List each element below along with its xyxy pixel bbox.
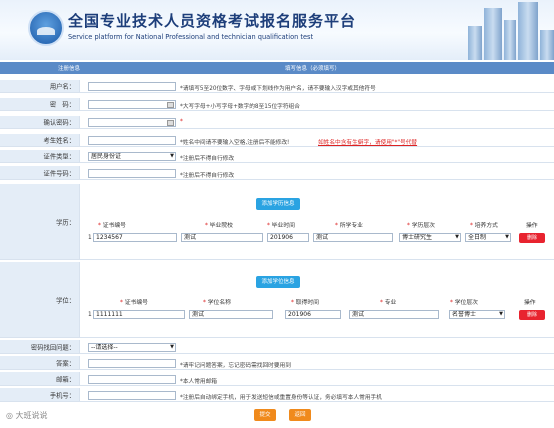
edu-mode-select[interactable]: 全日制 ▼ (465, 233, 511, 242)
question-label: 密码找回问题： (30, 344, 75, 351)
tab-fill-info: 填写信息（必须填写） (285, 66, 341, 72)
page-title: 全国专业技术人员资格考试报名服务平台 (68, 12, 357, 30)
degree-cert-input[interactable]: 1111111 (93, 310, 185, 319)
row-answer: 答案： *请牢记问题答案，忘记密码需找回时要用到 (0, 356, 554, 370)
skyline-image (468, 26, 482, 60)
col-major: * 专业 (380, 300, 397, 306)
row-phone: 手机号： *注册后自动绑定手机，用于发送短信或重置身份等认证，务必填写本人常用手… (0, 388, 554, 402)
confirm-label: 确认密码： (43, 119, 75, 127)
answer-label: 答案： (56, 360, 75, 367)
id-number-label: 证件号码： (43, 170, 75, 177)
section-bar: 注册信息 填写信息（必须填写） (0, 62, 554, 74)
email-label: 邮箱： (56, 376, 75, 383)
id-type-label: 证件类型： (43, 153, 75, 161)
chevron-down-icon: ▼ (170, 153, 174, 159)
row-name: 考生姓名： *姓名中间请不要输入空格,注册后不能修改! 如姓名中含有生僻字，请使… (0, 134, 554, 147)
add-education-button[interactable]: 添加学历信息 (256, 198, 300, 210)
col-grad-time: * 毕业时间 (267, 223, 295, 229)
degree-level-select[interactable]: 名誉博士 ▼ (449, 310, 505, 319)
id-type-select[interactable]: 居民身份证 ▼ (88, 152, 176, 161)
edu-time-input[interactable]: 201906 (267, 233, 309, 242)
watermark: ◎ 大班说说 (6, 411, 48, 420)
edu-delete-button[interactable]: 删除 (519, 233, 545, 243)
degree-name-input[interactable]: 测试 (189, 310, 273, 319)
answer-input[interactable] (88, 359, 176, 368)
col-cert-number: * 证书编号 (98, 223, 126, 229)
answer-hint: *请牢记问题答案，忘记密码需找回时要用到 (180, 363, 291, 369)
submit-button[interactable]: 提交 (254, 409, 276, 421)
degree-time-input[interactable]: 201906 (285, 310, 341, 319)
tab-register-info: 注册信息 (58, 66, 81, 72)
col-degree-level: * 学位层次 (450, 300, 478, 306)
chevron-down-icon: ▼ (455, 234, 459, 240)
row-confirm-password: 确认密码： * (0, 116, 554, 129)
edu-school-input[interactable]: 测试 (181, 233, 263, 242)
chevron-down-icon: ▼ (499, 311, 503, 317)
keyboard-icon[interactable] (167, 120, 174, 126)
col-major: * 所学专业 (335, 223, 363, 229)
username-input[interactable] (88, 82, 176, 91)
row-email: 邮箱： *本人常用邮箱 (0, 372, 554, 386)
skyline-image (540, 30, 554, 60)
col-operation: 操作 (524, 300, 536, 306)
phone-input[interactable] (88, 391, 176, 400)
row-security-question: 密码找回问题： --请选择-- ▼ (0, 340, 554, 354)
row-username: 用户名： *请填写5至20位数字、字母或下划线作为用户名，请不要输入汉字或其他符… (0, 80, 554, 93)
username-label: 用户名： (49, 83, 75, 91)
phone-label: 手机号： (49, 392, 75, 399)
edu-major-input[interactable]: 测试 (313, 233, 393, 242)
password-hint: *大写字母+小写字母+数字的8至15位字符组合 (180, 104, 300, 110)
id-type-hint: *注册后不得自行修改 (180, 156, 235, 162)
id-number-hint: *注册后不得自行修改 (180, 173, 235, 179)
email-hint: *本人常用邮箱 (180, 379, 217, 385)
education-label: 学历： (56, 219, 75, 226)
row-id-number: 证件号码： *注册后不得自行修改 (0, 166, 554, 180)
phone-hint: *注册后自动绑定手机，用于发送短信或重置身份等认证，务必填写本人常用手机 (180, 395, 382, 401)
skyline-image (518, 2, 538, 60)
row-id-type: 证件类型： 居民身份证 ▼ *注册后不得自行修改 (0, 150, 554, 163)
degree-delete-button[interactable]: 删除 (519, 310, 545, 320)
col-operation: 操作 (526, 223, 538, 229)
page-subtitle: Service platform for National Profession… (68, 33, 314, 41)
header-banner: 全国专业技术人员资格考试报名服务平台 Service platform for … (0, 0, 554, 60)
logo-icon (28, 10, 64, 46)
row-education: 学历： 添加学历信息 * 证书编号 * 毕业院校 * 毕业时间 * 所学专业 *… (0, 184, 554, 260)
security-question-select[interactable]: --请选择-- ▼ (88, 343, 176, 352)
col-obtain-time: * 取得时间 (291, 300, 319, 306)
col-school: * 毕业院校 (205, 223, 233, 229)
row-password: 密 码： *大写字母+小写字母+数字的8至15位字符组合 (0, 98, 554, 111)
name-input[interactable] (88, 136, 176, 145)
keyboard-icon[interactable] (167, 102, 174, 108)
row-index: 1 (88, 235, 92, 241)
col-cert-number: * 证书编号 (120, 300, 148, 306)
degree-major-input[interactable]: 测试 (349, 310, 439, 319)
back-button[interactable]: 返回 (289, 409, 311, 421)
username-hint: *请填写5至20位数字、字母或下划线作为用户名，请不要输入汉字或其他符号 (180, 86, 376, 92)
password-label: 密 码： (49, 101, 75, 109)
id-number-input[interactable] (88, 169, 176, 178)
skyline-image (484, 8, 502, 60)
edu-level-select[interactable]: 博士研究生 ▼ (399, 233, 461, 242)
col-study-mode: * 培养方式 (470, 223, 498, 229)
name-hint-red: 如姓名中含有生僻字，请使用"*"号代替 (318, 140, 418, 146)
degree-label: 学位： (56, 297, 75, 304)
add-degree-button[interactable]: 添加学位信息 (256, 276, 300, 288)
skyline-image (504, 20, 516, 60)
name-hint: *姓名中间请不要输入空格,注册后不能修改! (180, 140, 290, 146)
col-degree-name: * 学位名称 (203, 300, 231, 306)
name-label: 考生姓名： (43, 137, 75, 145)
chevron-down-icon: ▼ (170, 344, 174, 350)
edu-cert-input[interactable]: 1234567 (93, 233, 177, 242)
row-degree: 学位： 添加学位信息 * 证书编号 * 学位名称 * 取得时间 * 专业 * 学… (0, 262, 554, 338)
password-input[interactable] (88, 100, 176, 109)
col-edu-level: * 学历层次 (407, 223, 435, 229)
confirm-password-input[interactable] (88, 118, 176, 127)
row-index: 1 (88, 312, 92, 318)
chevron-down-icon: ▼ (505, 234, 509, 240)
email-input[interactable] (88, 375, 176, 384)
confirm-hint: * (180, 119, 183, 125)
